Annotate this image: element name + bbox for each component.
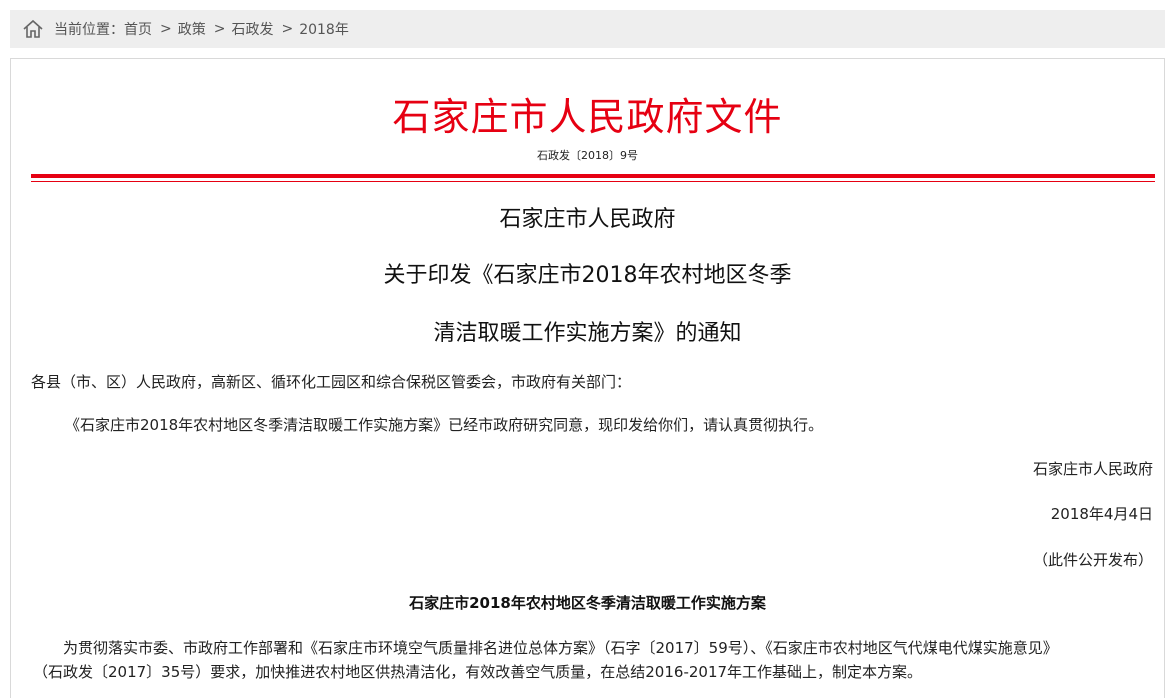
breadcrumb-category-link[interactable]: 石政发 [231,19,273,39]
breadcrumb: 当前位置： 首页 > 政策 > 石政发 > 2018年 [10,10,1165,48]
header-divider [31,174,1155,178]
document-header: 石家庄市人民政府文件 [392,95,783,139]
notice-title-line-3: 清洁取暖工作实施方案》的通知 [433,321,742,346]
plan-paragraph-line-2: （石政发〔2017〕35号）要求，加快推进农村地区供热清洁化，有效改善空气质量，… [33,663,923,681]
signature-organization: 石家庄市人民政府 [1032,460,1153,478]
signature-date: 2018年4月4日 [1050,505,1153,523]
breadcrumb-year-link[interactable]: 2018年 [299,19,349,39]
header-divider-thin [31,181,1155,182]
breadcrumb-policy-link[interactable]: 政策 [178,19,206,39]
plan-section-title: 石家庄市2018年农村地区冬季清洁取暖工作实施方案 [409,594,766,612]
document-number: 石政发〔2018〕9号 [537,149,638,162]
plan-paragraph-line-1: 为贯彻落实市委、市政府工作部署和《石家庄市环境空气质量排名进位总体方案》（石字〔… [63,639,1058,657]
breadcrumb-home-link[interactable]: 首页 [124,19,152,39]
body-paragraph: 《石家庄市2018年农村地区冬季清洁取暖工作实施方案》已经市政府研究同意，现印发… [65,416,824,434]
home-icon [23,19,43,38]
notice-title-line-2: 关于印发《石家庄市2018年农村地区冬季 [383,263,792,288]
publish-note: （此件公开发布） [1032,551,1153,569]
notice-title-line-1: 石家庄市人民政府 [499,207,676,232]
breadcrumb-separator: > [213,21,226,37]
greeting-paragraph: 各县（市、区）人民政府，高新区、循环化工园区和综合保税区管委会，市政府有关部门： [31,373,632,391]
breadcrumb-separator: > [281,21,294,37]
breadcrumb-prefix: 当前位置： [54,22,124,38]
document-content: 石家庄市人民政府文件 石政发〔2018〕9号 石家庄市人民政府 关于印发《石家庄… [10,58,1165,698]
breadcrumb-separator: > [160,21,172,37]
